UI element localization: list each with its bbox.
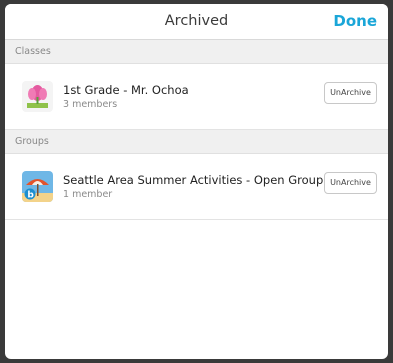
modal-header: Archived Done [5,4,388,40]
flower-class-icon [22,81,53,112]
section-header-classes: Classes [5,40,388,64]
svg-text:b: b [27,191,34,201]
class-member-count: 3 members [63,99,118,110]
beach-group-icon: b [22,171,53,202]
group-name: Seattle Area Summer Activities - Open Gr… [63,173,324,187]
list-item-group: b Seattle Area Summer Activities - Open … [5,154,388,220]
unarchive-class-button[interactable]: UnArchive [324,82,377,104]
unarchive-group-button[interactable]: UnArchive [324,172,377,194]
done-button[interactable]: Done [333,12,377,30]
archived-modal: Archived Done Classes 1st Grade - Mr. Oc… [5,4,388,359]
modal-title: Archived [164,13,229,29]
list-item-class: 1st Grade - Mr. Ochoa 3 members UnArchiv… [5,64,388,130]
group-member-count: 1 member [63,189,113,200]
section-header-groups: Groups [5,130,388,154]
class-name: 1st Grade - Mr. Ochoa [63,83,189,97]
